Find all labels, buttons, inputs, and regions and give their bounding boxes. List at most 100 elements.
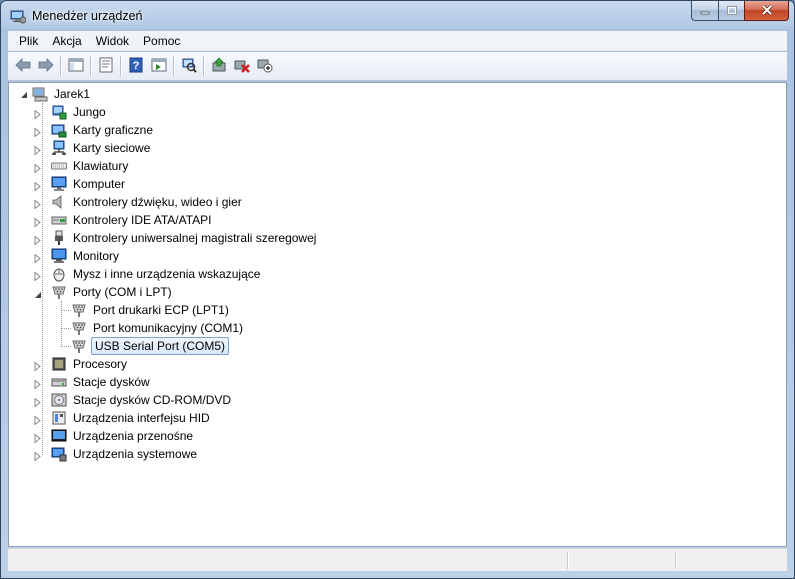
title-bar[interactable]: Menedżer urządzeń	[1, 1, 794, 31]
menu-pomoc[interactable]: Pomoc	[136, 31, 187, 51]
minimize-button[interactable]	[691, 1, 718, 21]
help-icon: ?	[129, 57, 143, 76]
update-driver-icon	[211, 57, 227, 76]
back-button[interactable]	[11, 55, 34, 77]
device-manager-app-icon[interactable]	[10, 8, 27, 24]
expand-arrow-icon[interactable]	[34, 234, 42, 246]
tree-device-usb-serial-port-com5[interactable]: USB Serial Port (COM5)	[57, 337, 230, 355]
tree-line	[61, 328, 71, 329]
toolbar-separator	[173, 56, 174, 76]
disable-device-icon	[257, 57, 273, 76]
expand-arrow-icon[interactable]	[34, 108, 42, 120]
properties-icon	[99, 57, 113, 76]
tree-category-klawiatury[interactable]: Klawiatury	[34, 157, 130, 175]
tree-category-kontrolery-dzwieku-wideo-i-gier[interactable]: Kontrolery dźwięku, wideo i gier	[34, 193, 244, 211]
tree-category-komputer[interactable]: Komputer	[34, 175, 127, 193]
tree-category-mysz-i-inne-urzadzenia-wskazujace[interactable]: Mysz i inne urządzenia wskazujące	[34, 265, 262, 283]
tree-category-urzadzenia-interfejsu-hid[interactable]: Urządzenia interfejsu HID	[34, 409, 212, 427]
system-device-icon	[51, 446, 67, 462]
tree-category-label: Kontrolery IDE ATA/ATAPI	[73, 213, 212, 227]
expand-arrow-icon[interactable]	[34, 252, 42, 264]
port-icon	[51, 284, 67, 300]
expand-arrow-icon[interactable]	[34, 450, 42, 462]
expand-arrow-icon[interactable]	[34, 180, 42, 192]
expand-arrow-icon[interactable]	[34, 198, 42, 210]
minimize-icon	[700, 4, 710, 18]
tree-category-label: Klawiatury	[73, 159, 129, 173]
expand-arrow-icon[interactable]	[34, 162, 42, 174]
expand-arrow-icon[interactable]	[34, 432, 42, 444]
show-hide-tree-button[interactable]	[64, 55, 87, 77]
tree-category-label: Karty sieciowe	[73, 141, 151, 155]
console-view-button[interactable]	[147, 55, 170, 77]
collapse-arrow-icon[interactable]	[19, 90, 28, 99]
expand-arrow-icon[interactable]	[34, 378, 42, 390]
tree-device-label: Port drukarki ECP (LPT1)	[93, 303, 229, 317]
tree-device-port-drukarki-ecp-lpt1[interactable]: Port drukarki ECP (LPT1)	[57, 301, 231, 319]
forward-button[interactable]	[34, 55, 57, 77]
tree-category-label: Monitory	[73, 249, 120, 263]
show-hide-tree-icon	[68, 58, 84, 75]
help-button[interactable]: ?	[124, 55, 147, 77]
menu-widok[interactable]: Widok	[89, 31, 136, 51]
close-icon	[761, 4, 773, 18]
expand-arrow-icon[interactable]	[34, 270, 42, 282]
tree-category-stacje-dyskow[interactable]: Stacje dysków	[34, 373, 152, 391]
tree-category-label: Stacje dysków	[73, 375, 150, 389]
ide-controller-icon	[51, 212, 67, 228]
tree-category-porty-com-i-lpt[interactable]: Porty (COM i LPT)	[34, 283, 174, 301]
toolbar-separator	[90, 56, 91, 76]
menu-akcja[interactable]: Akcja	[45, 31, 88, 51]
maximize-icon	[726, 4, 737, 18]
tree-category-label: Jungo	[73, 105, 106, 119]
expand-arrow-icon[interactable]	[34, 126, 42, 138]
tree-root[interactable]: Jarek1	[19, 85, 92, 103]
tree-category-stacje-dyskow-cd-rom-dvd[interactable]: Stacje dysków CD-ROM/DVD	[34, 391, 233, 409]
tree-category-label: Komputer	[73, 177, 126, 191]
tree-device-port-komunikacyjny-com1[interactable]: Port komunikacyjny (COM1)	[57, 319, 245, 337]
device-tree[interactable]: Jarek1 Jungo Karty graficzne Karty sieciow…	[8, 82, 787, 547]
expand-arrow-icon[interactable]	[34, 216, 42, 228]
uninstall-icon	[234, 57, 250, 76]
keyboard-icon	[51, 158, 67, 174]
maximize-button[interactable]	[718, 1, 744, 21]
collapse-arrow-icon[interactable]	[34, 288, 42, 298]
speaker-icon	[51, 194, 67, 210]
tree-category-urzadzenia-systemowe[interactable]: Urządzenia systemowe	[34, 445, 199, 463]
tree-category-label: Kontrolery uniwersalnej magistrali szere…	[73, 231, 317, 245]
tree-category-karty-sieciowe[interactable]: Karty sieciowe	[34, 139, 152, 157]
properties-button[interactable]	[94, 55, 117, 77]
scan-hardware-button[interactable]	[177, 55, 200, 77]
tree-device-label: Port komunikacyjny (COM1)	[93, 321, 244, 335]
toolbar-separator	[203, 56, 204, 76]
tree-category-karty-graficzne[interactable]: Karty graficzne	[34, 121, 155, 139]
expand-arrow-icon[interactable]	[34, 396, 42, 408]
disable-device-button[interactable]	[253, 55, 276, 77]
uninstall-button[interactable]	[230, 55, 253, 77]
close-button[interactable]	[744, 1, 789, 21]
tree-category-kontrolery-ide-ata-atapi[interactable]: Kontrolery IDE ATA/ATAPI	[34, 211, 214, 229]
tree-category-kontrolery-uniwersalnej-magistrali-szeregowej[interactable]: Kontrolery uniwersalnej magistrali szere…	[34, 229, 318, 247]
usb-plug-icon	[51, 230, 67, 246]
svg-text:?: ?	[132, 60, 139, 72]
display-adapter-icon	[51, 122, 67, 138]
expand-arrow-icon[interactable]	[34, 144, 42, 156]
tree-category-label: Kontrolery dźwięku, wideo i gier	[73, 195, 242, 209]
port-icon	[71, 302, 87, 318]
menu-bar: Plik Akcja Widok Pomoc	[8, 31, 787, 51]
expand-arrow-icon[interactable]	[34, 360, 42, 372]
back-icon	[14, 57, 31, 75]
update-driver-button[interactable]	[207, 55, 230, 77]
expand-arrow-icon[interactable]	[34, 414, 42, 426]
toolbar-separator	[60, 56, 61, 76]
menu-plik[interactable]: Plik	[12, 31, 45, 51]
tree-category-label: Procesory	[73, 357, 128, 371]
tree-category-label: Mysz i inne urządzenia wskazujące	[73, 267, 261, 281]
tree-category-jungo[interactable]: Jungo	[34, 103, 108, 121]
tree-line	[61, 310, 71, 311]
tree-category-urzadzenia-przenosne[interactable]: Urządzenia przenośne	[34, 427, 195, 445]
device-manager-window: Menedżer urządzeń Plik Akcja Widok Pomoc	[0, 0, 795, 579]
tree-category-procesory[interactable]: Procesory	[34, 355, 129, 373]
network-adapter-icon	[51, 140, 67, 156]
tree-category-monitory[interactable]: Monitory	[34, 247, 121, 265]
